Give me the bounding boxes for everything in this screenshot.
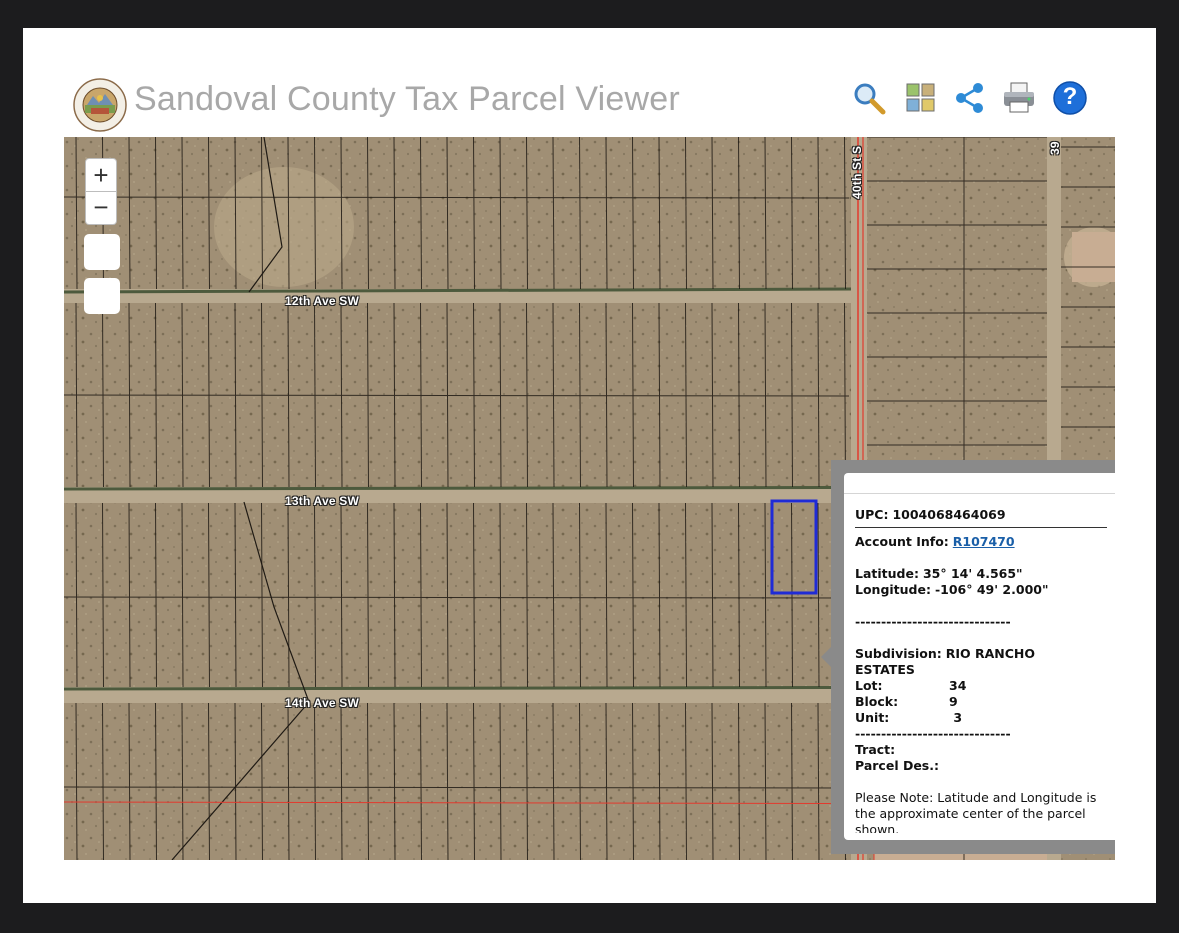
subdivision-value: RIO RANCHO (945, 646, 1035, 661)
road-label-14th: 14th Ave SW (285, 696, 359, 710)
popup-pointer (821, 646, 832, 668)
magnifier-icon[interactable] (851, 80, 887, 116)
subdivision-label: Subdivision: (855, 646, 942, 661)
popup-panel: UPC: 1004068464069 Account Info: R107470… (844, 473, 1115, 840)
popup-scrollbar[interactable] (1114, 497, 1115, 837)
viewer-card: Sandoval County Tax Parcel Viewer ? 12th… (23, 28, 1156, 903)
longitude-label: Longitude: (855, 582, 931, 597)
dash-divider-2: ------------------------------ (855, 726, 1011, 741)
note-line-1: Please Note: Latitude and Longitude is (855, 790, 1097, 805)
lot-value: 34 (949, 678, 967, 693)
app-header: Sandoval County Tax Parcel Viewer ? (23, 28, 1156, 138)
popup-content[interactable]: UPC: 1004068464069 Account Info: R107470… (855, 507, 1107, 833)
zoom-out-button[interactable]: − (85, 192, 117, 225)
tract-label: Tract: (855, 742, 896, 757)
longitude-value: -106° 49' 2.000" (934, 582, 1049, 597)
road-label-12th: 12th Ave SW (285, 294, 359, 308)
unit-label: Unit: (855, 710, 890, 725)
block-label: Block: (855, 694, 899, 709)
upc-label: UPC: (855, 507, 889, 522)
road-label-13th: 13th Ave SW (285, 494, 359, 508)
parcel-popup: UPC: 1004068464069 Account Info: R107470… (821, 460, 1115, 854)
share-icon[interactable] (952, 80, 988, 116)
home-button[interactable] (84, 234, 120, 270)
app-title: Sandoval County Tax Parcel Viewer (134, 80, 680, 118)
zoom-in-button[interactable]: + (85, 158, 117, 192)
road-label-39th: 39 (1048, 141, 1062, 155)
subdivision-value-cont: ESTATES (855, 662, 915, 677)
parcel-des-label: Parcel Des.: (855, 758, 939, 773)
note-line-3: shown. (855, 822, 900, 833)
upc-value: 1004068464069 (892, 507, 1006, 522)
popup-divider (855, 527, 1107, 528)
map-view[interactable]: 12th Ave SW 13th Ave SW 14th Ave SW 40th… (64, 137, 1115, 860)
help-icon[interactable]: ? (1052, 80, 1088, 116)
popup-titlebar (844, 473, 1115, 494)
latitude-label: Latitude: (855, 566, 919, 581)
block-value: 9 (949, 694, 958, 709)
account-label: Account Info: (855, 534, 949, 549)
road-label-40th: 40th St S (850, 145, 864, 199)
latitude-value: 35° 14' 4.565" (922, 566, 1023, 581)
unit-value: 3 (949, 710, 963, 725)
county-seal-icon (73, 78, 127, 132)
lot-label: Lot: (855, 678, 883, 693)
printer-icon[interactable] (1001, 80, 1037, 116)
note-line-2: the approximate center of the parcel (855, 806, 1086, 821)
locate-button[interactable] (84, 278, 120, 314)
dash-divider: ------------------------------ (855, 614, 1011, 629)
account-link[interactable]: R107470 (953, 534, 1015, 549)
help-label: ? (1062, 83, 1078, 110)
basemap-gallery-icon[interactable] (903, 80, 939, 116)
